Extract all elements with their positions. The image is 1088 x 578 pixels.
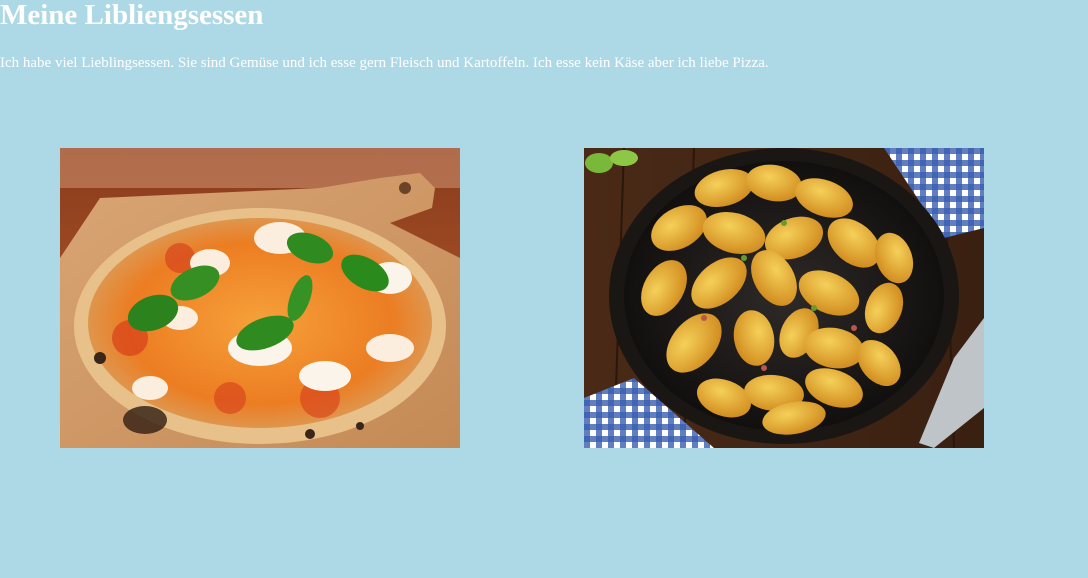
intro-paragraph: Ich habe viel Lieblingsessen. Sie sind G… <box>0 55 769 71</box>
pizza-margherita-icon <box>60 148 460 448</box>
page-title: Meine Libliengsessen <box>0 0 264 31</box>
pizza-image <box>60 148 460 448</box>
fried-potatoes-pan-icon <box>584 148 984 448</box>
potatoes-image <box>584 148 984 448</box>
